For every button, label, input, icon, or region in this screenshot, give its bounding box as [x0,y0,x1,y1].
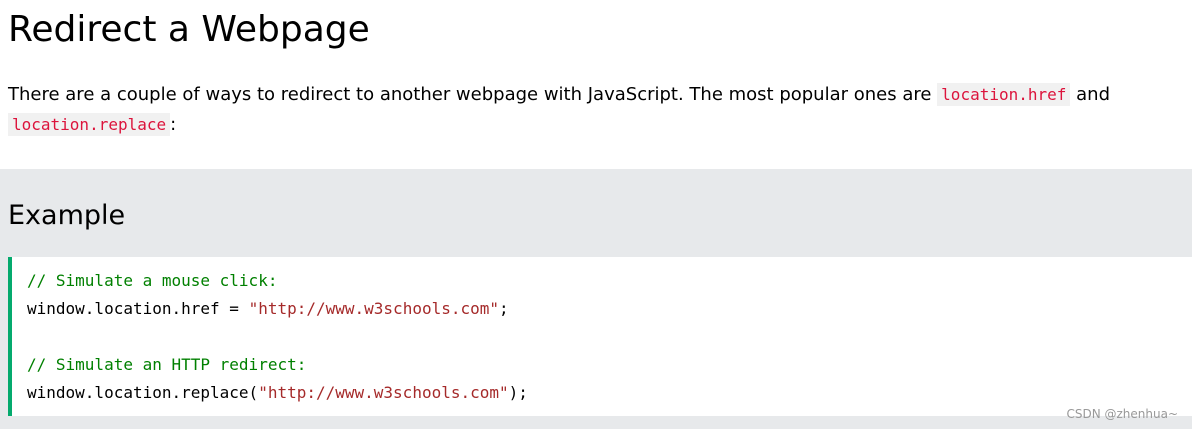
example-heading: Example [8,200,126,231]
intro-text-before: There are a couple of ways to redirect t… [8,84,938,105]
csdn-watermark: CSDN @zhenhua~ [1066,407,1178,421]
code-href-prefix: window.location.href = [27,299,249,318]
code-example-box: // Simulate a mouse click: window.locati… [8,257,1192,416]
code-comment-http-redirect: // Simulate an HTTP redirect: [27,355,307,374]
code-replace-prefix: window.location.replace( [27,383,259,402]
code-href-string: "http://www.w3schools.com" [248,299,500,318]
inline-code-location-replace: location.replace [8,113,171,136]
intro-paragraph: There are a couple of ways to redirect t… [8,80,1188,140]
example-panel: Example // Simulate a mouse click: windo… [0,169,1192,429]
inline-code-location-href: location.href [937,83,1071,106]
code-line-href: window.location.href = "http://www.w3sch… [27,295,1192,323]
code-replace-suffix: ); [508,383,528,402]
page-title: Redirect a Webpage [8,9,370,50]
code-comment-mouse-click: // Simulate a mouse click: [27,271,278,290]
intro-text-after: : [170,114,177,135]
code-href-suffix: ; [499,299,509,318]
code-line-replace: window.location.replace("http://www.w3sc… [27,379,1192,407]
intro-text-middle: and [1070,84,1110,105]
code-replace-string: "http://www.w3schools.com" [258,383,509,402]
